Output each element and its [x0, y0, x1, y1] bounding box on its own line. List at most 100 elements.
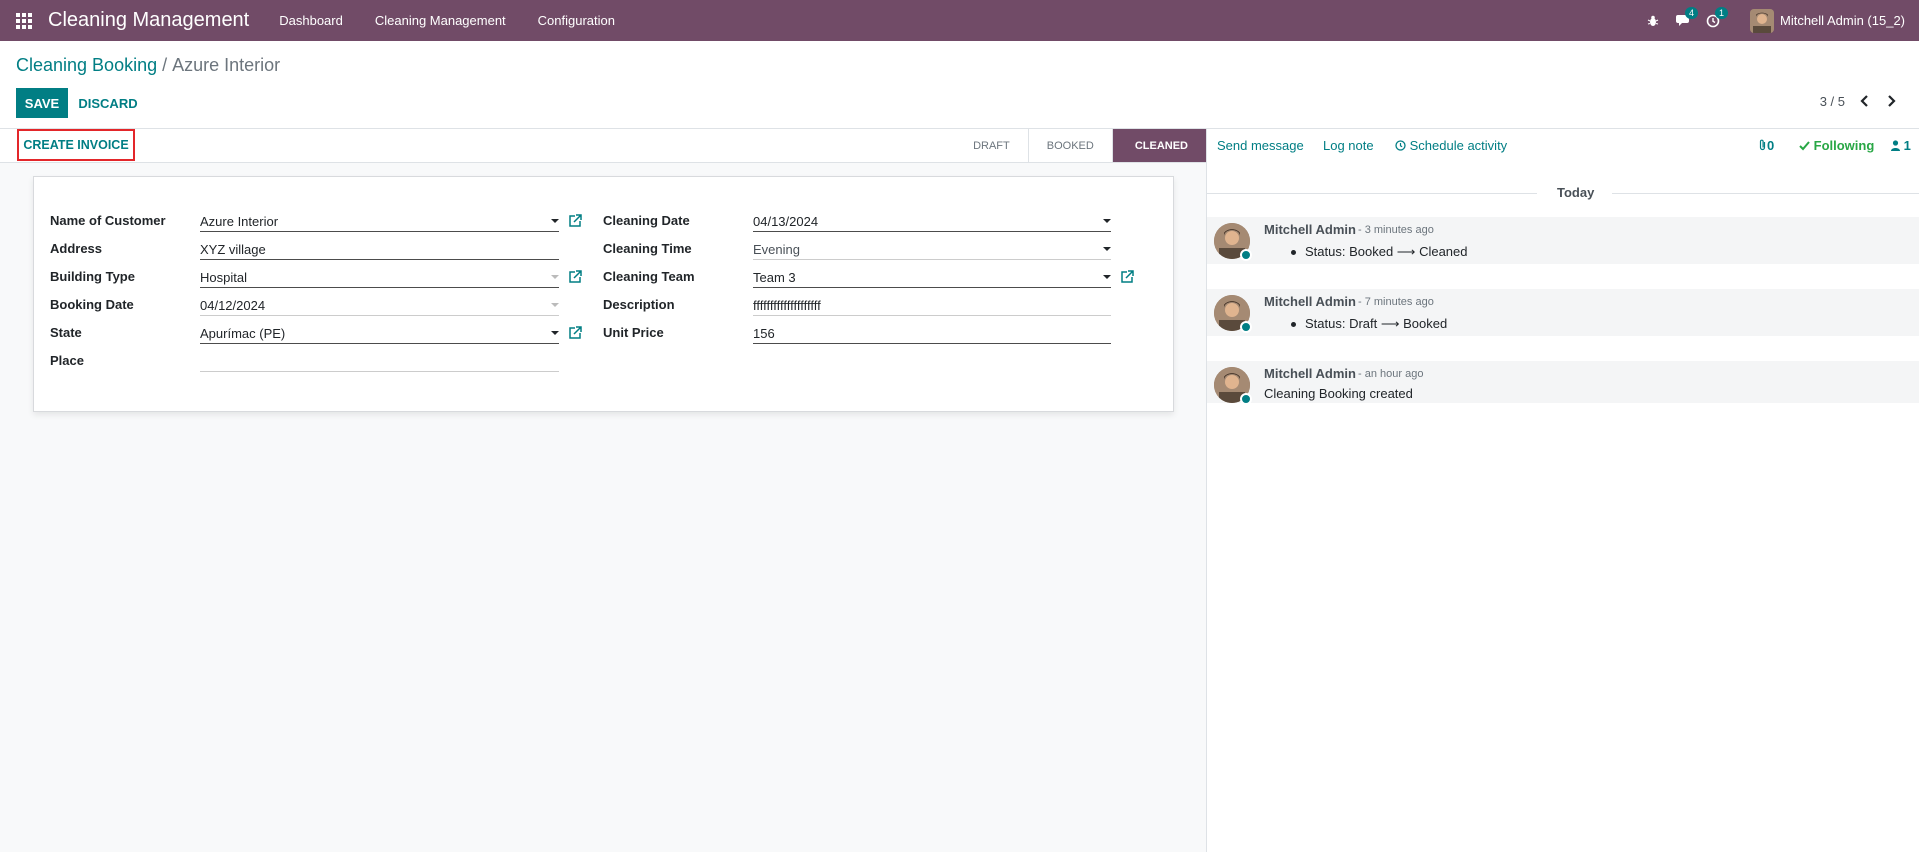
label-cleaning-team: Cleaning Team: [603, 269, 695, 284]
online-status-icon: [1240, 321, 1252, 333]
activities-clock-icon[interactable]: 1: [1698, 0, 1728, 41]
caret-down-icon: [551, 219, 559, 223]
address-value: XYZ village: [200, 242, 266, 257]
chatter-message: Mitchell Admin - 7 minutes ago Status: D…: [1207, 289, 1919, 336]
control-panel: Cleaning Booking / Azure Interior SAVE DIS…: [0, 41, 1919, 129]
stage-draft[interactable]: DRAFT: [955, 129, 1028, 162]
message-author[interactable]: Mitchell Admin: [1264, 366, 1356, 381]
chevron-left-icon[interactable]: [1855, 91, 1875, 111]
breadcrumb: Cleaning Booking / Azure Interior: [16, 55, 280, 76]
building-type-field[interactable]: Hospital: [200, 268, 559, 288]
user-name: Mitchell Admin (15_2): [1780, 13, 1905, 28]
message-author[interactable]: Mitchell Admin: [1264, 222, 1356, 237]
unit-price-field[interactable]: 156: [753, 324, 1111, 344]
state-value: Apurímac (PE): [200, 326, 286, 341]
label-cleaning-date: Cleaning Date: [603, 213, 690, 228]
breadcrumb-parent[interactable]: Cleaning Booking: [16, 55, 157, 75]
messages-badge: 4: [1684, 7, 1698, 19]
label-place: Place: [50, 353, 84, 368]
online-status-icon: [1240, 249, 1252, 261]
create-invoice-button[interactable]: CREATE INVOICE: [17, 129, 135, 161]
send-message-button[interactable]: Send message: [1217, 138, 1304, 153]
message-tracking: Status: Booked ⟶ Cleaned: [1291, 244, 1468, 260]
label-unit-price: Unit Price: [603, 325, 664, 340]
label-description: Description: [603, 297, 675, 312]
booking-date-field[interactable]: 04/12/2024: [200, 296, 559, 316]
paperclip-icon: [1759, 139, 1766, 151]
cleaning-date-field[interactable]: 04/13/2024: [753, 212, 1111, 232]
menu-configuration[interactable]: Configuration: [538, 13, 615, 28]
chatter-topbar: Send message Log note Schedule activity …: [1207, 129, 1919, 163]
menu-dashboard[interactable]: Dashboard: [279, 13, 343, 28]
followers-count: 1: [1903, 138, 1911, 153]
attachments-button[interactable]: 0: [1758, 138, 1774, 153]
cleaning-date-value: 04/13/2024: [753, 214, 819, 229]
debug-bug-icon[interactable]: [1638, 0, 1668, 41]
schedule-activity-button[interactable]: Schedule activity: [1395, 138, 1507, 153]
menu-cleaning-management[interactable]: Cleaning Management: [375, 13, 506, 28]
caret-down-icon: [551, 275, 559, 279]
chatter-message: Mitchell Admin - an hour ago Cleaning Bo…: [1207, 361, 1919, 405]
unit-price-value: 156: [753, 326, 775, 341]
discard-button[interactable]: DISCARD: [76, 88, 140, 118]
cleaning-time-field[interactable]: Evening: [753, 240, 1111, 260]
app-title[interactable]: Cleaning Management: [48, 9, 249, 32]
label-building-type: Building Type: [50, 269, 135, 284]
message-author[interactable]: Mitchell Admin: [1264, 294, 1356, 309]
messages-icon[interactable]: 4: [1668, 0, 1698, 41]
chevron-right-icon[interactable]: [1881, 91, 1901, 111]
online-status-icon: [1240, 393, 1252, 405]
stage-pipeline: DRAFT BOOKED CLEANED: [955, 129, 1206, 162]
caret-down-icon: [1103, 275, 1111, 279]
user-avatar: [1750, 8, 1774, 33]
address-field[interactable]: XYZ village: [200, 240, 559, 260]
stage-booked[interactable]: BOOKED: [1027, 129, 1112, 162]
apps-menu-icon[interactable]: [0, 0, 48, 41]
form-statusbar: CREATE INVOICE DRAFT BOOKED CLEANED: [0, 129, 1206, 163]
message-tracking: Status: Draft ⟶ Booked: [1291, 316, 1447, 332]
customer-field[interactable]: Azure Interior: [200, 212, 559, 232]
separator-line: [1612, 193, 1919, 194]
breadcrumb-current: Azure Interior: [172, 55, 281, 75]
customer-value: Azure Interior: [200, 214, 279, 229]
message-date: - an hour ago: [1358, 368, 1424, 380]
schedule-activity-label: Schedule activity: [1409, 138, 1508, 153]
systray: 4 1 Mitchell Admin (15_2): [1638, 0, 1919, 41]
top-navbar: Cleaning Management Dashboard Cleaning M…: [0, 0, 1919, 41]
today-separator-label: Today: [1547, 185, 1605, 200]
save-button[interactable]: SAVE: [16, 88, 68, 118]
message-date: - 7 minutes ago: [1358, 296, 1434, 308]
message-body: Cleaning Booking created: [1264, 386, 1413, 401]
log-note-button[interactable]: Log note: [1323, 138, 1374, 153]
user-menu[interactable]: Mitchell Admin (15_2): [1750, 8, 1905, 33]
user-icon: [1891, 140, 1900, 151]
state-field[interactable]: Apurímac (PE): [200, 324, 559, 344]
external-link-icon[interactable]: [568, 214, 582, 228]
external-link-icon[interactable]: [568, 326, 582, 340]
attachments-count: 0: [1767, 138, 1775, 153]
description-field[interactable]: ffffffffffffffffffff: [753, 296, 1111, 316]
label-name-of-customer: Name of Customer: [50, 213, 166, 228]
followers-button[interactable]: 1: [1891, 138, 1911, 153]
breadcrumb-separator: /: [162, 55, 168, 75]
caret-down-icon: [1103, 219, 1111, 223]
tracking-from: Status: Booked: [1305, 244, 1394, 259]
cleaning-team-field[interactable]: Team 3: [753, 268, 1111, 288]
place-field[interactable]: [200, 352, 559, 372]
external-link-icon[interactable]: [1120, 270, 1134, 284]
stage-cleaned[interactable]: CLEANED: [1111, 129, 1206, 162]
cleaning-team-value: Team 3: [753, 270, 796, 285]
tracking-to: Booked: [1403, 316, 1448, 331]
chatter-message: Mitchell Admin - 3 minutes ago Status: B…: [1207, 217, 1919, 264]
pager-value[interactable]: 3 / 5: [1820, 94, 1845, 109]
following-label: Following: [1813, 138, 1875, 153]
arrow-right-icon: ⟶: [1380, 316, 1400, 331]
label-address: Address: [50, 241, 103, 256]
label-cleaning-time: Cleaning Time: [603, 241, 692, 256]
message-date: - 3 minutes ago: [1358, 224, 1434, 236]
chatter-panel: Send message Log note Schedule activity …: [1206, 129, 1919, 852]
external-link-icon[interactable]: [568, 270, 582, 284]
tracking-to: Cleaned: [1419, 244, 1468, 259]
label-booking-date: Booking Date: [50, 297, 134, 312]
following-button[interactable]: Following: [1799, 138, 1874, 153]
